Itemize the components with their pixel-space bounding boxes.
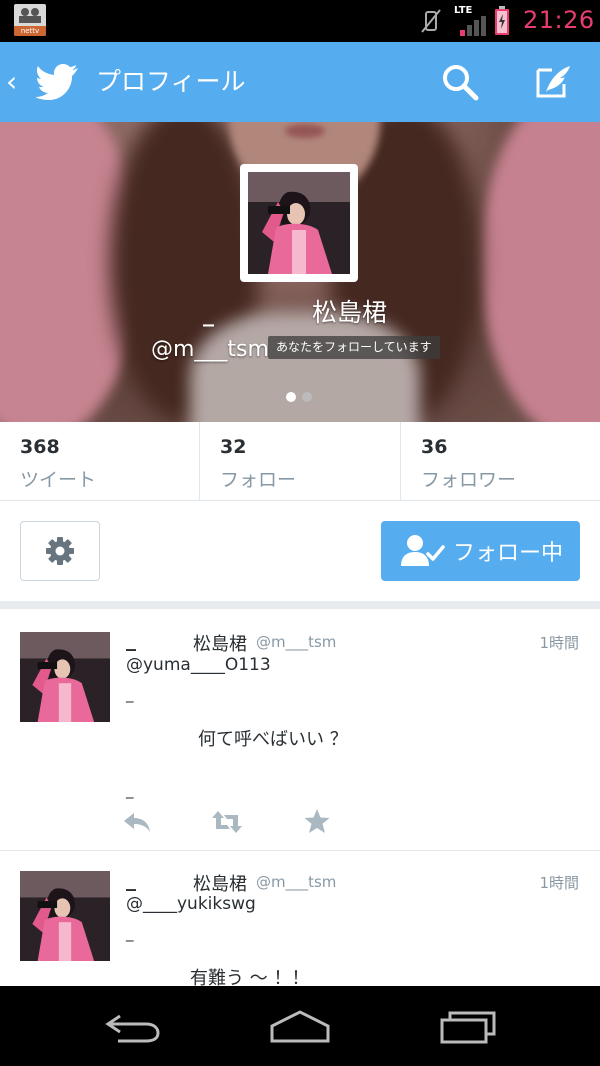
reply-icon[interactable]	[122, 809, 152, 835]
nettv-app-icon: nettv	[14, 4, 46, 36]
tweet-name-prefix: _	[126, 867, 136, 891]
battery-icon	[495, 6, 509, 35]
clock: 21:26	[523, 6, 595, 34]
people-icon	[19, 8, 41, 23]
stat-followers[interactable]: 36 フォロワー	[401, 422, 600, 500]
action-bar: ‹ プロフィール	[0, 42, 600, 122]
home-nav-icon[interactable]	[268, 1008, 332, 1044]
tweet-timestamp: 1時間	[539, 874, 579, 892]
avatar-photo	[248, 172, 350, 274]
tweet-text-line: _	[126, 685, 134, 703]
header-pager[interactable]	[286, 392, 316, 402]
stat-count: 32	[220, 436, 247, 458]
status-bar: nettv LTE 21:26	[0, 0, 600, 42]
following-button-label: フォロー中	[453, 541, 564, 566]
tweet-timestamp: 1時間	[539, 634, 579, 652]
stat-label: フォロワー	[421, 469, 517, 491]
tweet-item[interactable]: _ 松島桾 @m___tsm 1時間 @____yukikswg _ 有難う ～…	[0, 851, 600, 992]
section-divider	[0, 601, 600, 609]
user-handle: @m___tsm	[151, 337, 269, 362]
tweet-avatar[interactable]	[20, 632, 110, 722]
tweet-mention[interactable]: @yuma____O113	[126, 655, 271, 675]
profile-actions: フォロー中	[0, 501, 600, 601]
back-icon[interactable]: ‹	[6, 64, 17, 100]
system-nav-bar	[0, 986, 600, 1066]
profile-avatar[interactable]	[240, 164, 358, 282]
tweet-author-name: 松島桾	[193, 874, 247, 895]
following-button[interactable]: フォロー中	[381, 521, 580, 581]
recents-nav-icon[interactable]	[440, 1008, 498, 1044]
page-title: プロフィール	[96, 67, 246, 96]
nettv-label: nettv	[14, 26, 46, 36]
settings-button[interactable]	[20, 521, 100, 581]
vibrate-off-icon	[421, 9, 441, 33]
tweet-author-handle: @m___tsm	[256, 873, 337, 891]
network-type: LTE	[454, 5, 473, 16]
compose-icon[interactable]	[532, 62, 574, 102]
gear-icon	[46, 537, 74, 565]
pager-dot-active[interactable]	[286, 392, 296, 402]
tweet-text: 何て呼べばいい ？	[198, 729, 348, 750]
tweet-avatar[interactable]	[20, 871, 110, 961]
profile-stats: 368 ツイート 32 フォロー 36 フォロワー	[0, 422, 600, 501]
person-check-icon	[401, 535, 445, 566]
stat-following[interactable]: 32 フォロー	[200, 422, 400, 500]
tweet-name-prefix: _	[126, 627, 136, 651]
search-icon[interactable]	[440, 62, 480, 102]
twitter-bird-icon[interactable]	[36, 62, 80, 102]
stat-count: 368	[20, 436, 60, 458]
pager-dot[interactable]	[302, 392, 312, 402]
tweet-author-handle: @m___tsm	[256, 633, 337, 651]
follows-you-badge: あなたをフォローしています	[268, 336, 440, 359]
back-nav-icon[interactable]	[104, 1008, 162, 1044]
display-name: 松島桾	[312, 298, 388, 327]
tweet-text-line: _	[126, 924, 134, 942]
stat-label: ツイート	[20, 469, 97, 491]
retweet-icon[interactable]	[212, 809, 242, 835]
favorite-icon[interactable]	[302, 808, 332, 834]
tweet-text-line: _	[126, 781, 134, 799]
stat-tweets[interactable]: 368 ツイート	[0, 422, 199, 500]
tweet-item[interactable]: _ 松島桾 @m___tsm 1時間 @yuma____O113 _ 何て呼べば…	[0, 609, 600, 851]
stat-label: フォロー	[220, 469, 297, 491]
stat-count: 36	[421, 436, 448, 458]
tweet-author-name: 松島桾	[193, 634, 247, 655]
name-prefix: _	[203, 302, 214, 327]
tweet-mention[interactable]: @____yukikswg	[126, 894, 256, 914]
signal-icon	[460, 16, 486, 36]
